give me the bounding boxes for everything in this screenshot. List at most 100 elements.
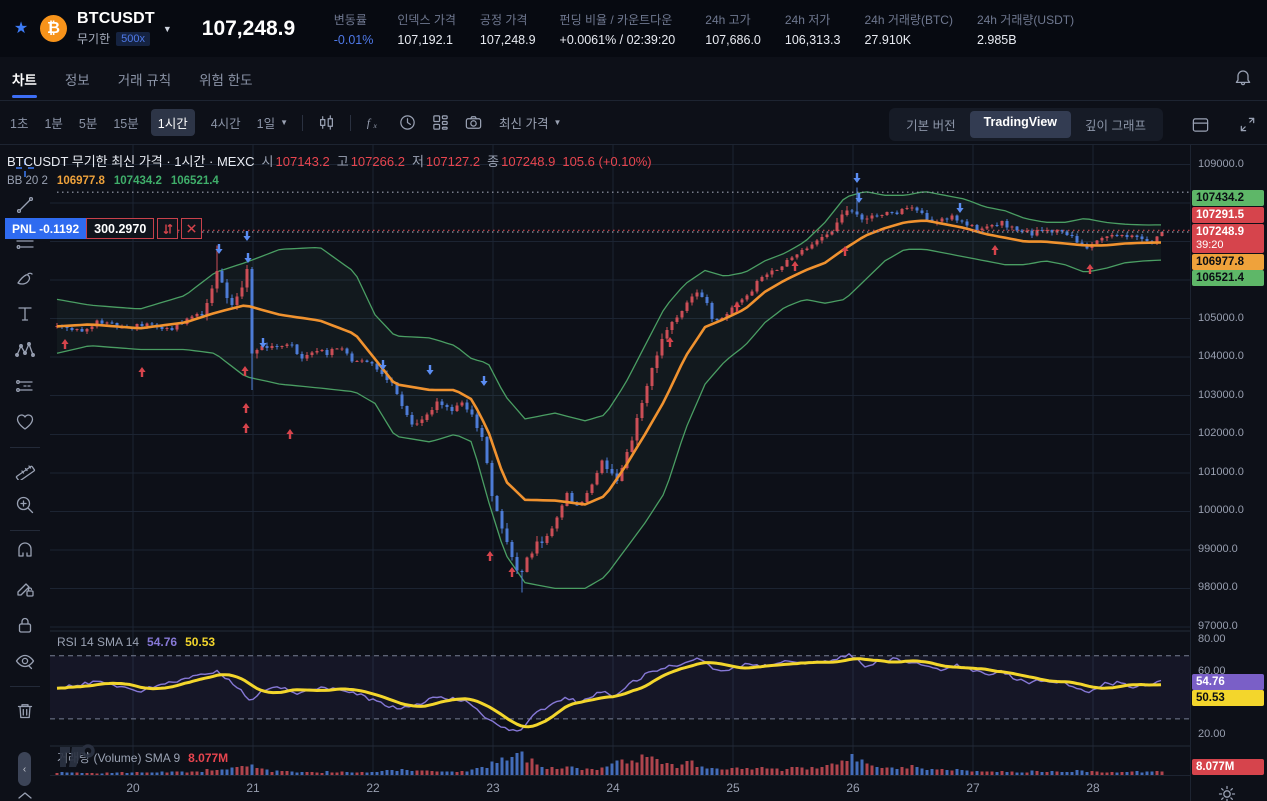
bb-basis-label: 106977.8 (1192, 254, 1264, 270)
toolbar-collapse-chevron-icon[interactable] (17, 787, 33, 799)
layout-grid-icon[interactable] (431, 113, 450, 132)
price-mode-select[interactable]: 최신 가격 (499, 113, 548, 132)
view-basic-version[interactable]: 기본 버전 (892, 111, 969, 138)
favorite-star-icon[interactable]: ★ (12, 20, 30, 38)
stat-24h-high: 24h 고가 107,686.0 (705, 11, 761, 47)
price-mode-caret-icon[interactable]: ▼ (554, 118, 562, 127)
stat-change: 변동률 -0.01% (334, 11, 374, 47)
bell-icon[interactable] (1233, 68, 1253, 88)
xabcd-pattern-tool-icon[interactable] (14, 339, 36, 361)
price-tick: 99000.0 (1198, 543, 1238, 555)
panel-layout-icon[interactable] (1191, 115, 1210, 134)
symbol-dropdown-caret-icon[interactable]: ▼ (163, 24, 172, 34)
price-tick: 105000.0 (1198, 312, 1244, 324)
zoom-in-tool-icon[interactable] (14, 494, 36, 516)
svg-text:f: f (367, 117, 372, 129)
time-tick: 28 (1086, 781, 1099, 795)
crosshair-tool-icon[interactable] (14, 157, 36, 179)
trading-terminal: ★ ₿ BTCUSDT 무기한 500x ▼ 107,248.9 변동률 -0.… (0, 0, 1267, 801)
interval-5m[interactable]: 5분 (79, 113, 97, 132)
time-tick: 22 (366, 781, 379, 795)
price-tick: 104000.0 (1198, 350, 1244, 362)
stat-fair-price: 공정 가격 107,248.9 (480, 11, 536, 47)
view-tradingview[interactable]: TradingView (970, 111, 1071, 138)
lock-all-icon[interactable] (14, 614, 36, 636)
price-tick: 102000.0 (1198, 427, 1244, 439)
fullscreen-icon[interactable] (1238, 115, 1257, 134)
price-tick: 98000.0 (1198, 581, 1238, 593)
close-position-icon[interactable] (181, 218, 202, 239)
stat-24h-vol-btc: 24h 거래량(BTC) 27.910K (864, 11, 952, 47)
ticker-header: ★ ₿ BTCUSDT 무기한 500x ▼ 107,248.9 변동률 -0.… (0, 0, 1267, 57)
rsi-tick: 80.00 (1198, 633, 1226, 645)
symbol-block[interactable]: BTCUSDT 무기한 500x (77, 10, 155, 47)
text-tool-icon[interactable] (14, 303, 36, 325)
last-price-label: 107248.939:20 (1192, 224, 1264, 253)
camera-snapshot-icon[interactable] (464, 113, 483, 132)
candle-style-icon[interactable] (317, 113, 336, 132)
stat-index-price: 인덱스 가격 107,192.1 (397, 11, 456, 47)
tab-info[interactable]: 정보 (65, 57, 90, 100)
toolbar-divider (302, 115, 303, 131)
brush-tool-icon[interactable] (14, 267, 36, 289)
time-tick: 20 (126, 781, 139, 795)
symbol-name: BTCUSDT (77, 10, 155, 28)
stat-label: 24h 저가 (785, 11, 841, 28)
hide-drawings-eye-icon[interactable] (14, 650, 36, 672)
stat-value: -0.01% (334, 33, 374, 47)
rsi-sma-label: 50.53 (1192, 690, 1264, 706)
interval-15m[interactable]: 15분 (113, 113, 138, 132)
drawing-lock-pencil-icon[interactable] (14, 578, 36, 600)
stat-label: 공정 가격 (480, 11, 536, 28)
candlestick-chart[interactable] (50, 145, 1190, 775)
chart-toolbar: 1초 1분 5분 15분 1시간 4시간 1일 ▼ fx 최신 가격 ▼ 기본 … (0, 100, 1267, 145)
remove-drawings-trash-icon[interactable] (14, 700, 36, 722)
stat-value: 107,686.0 (705, 33, 761, 47)
interval-1s[interactable]: 1초 (10, 113, 28, 132)
price-axis[interactable]: 109000.0105000.0104000.0103000.0102000.0… (1190, 145, 1267, 801)
timezone-clock-icon[interactable] (398, 113, 417, 132)
stat-value: +0.0061% / 02:39:20 (560, 33, 676, 47)
stat-label: 펀딩 비율 / 카운트다운 (560, 11, 676, 28)
collapse-left-panel-handle[interactable]: ‹ (18, 752, 31, 786)
bb-upper-label: 107434.2 (1192, 190, 1264, 206)
svg-text:x: x (373, 121, 378, 130)
price-tick: 101000.0 (1198, 466, 1244, 478)
indicators-fx-icon[interactable]: fx (365, 113, 384, 132)
theme-sun-icon[interactable] (1218, 785, 1236, 801)
time-tick: 24 (606, 781, 619, 795)
reverse-position-icon[interactable] (157, 218, 178, 239)
interval-dropdown-caret-icon[interactable]: ▼ (280, 118, 288, 127)
tab-chart[interactable]: 차트 (12, 57, 37, 100)
rsi-tick: 20.00 (1198, 728, 1226, 740)
measure-ruler-tool-icon[interactable] (14, 458, 36, 480)
magnet-mode-icon[interactable] (14, 541, 36, 563)
favorites-heart-icon[interactable] (14, 411, 36, 433)
leverage-badge[interactable]: 500x (116, 32, 150, 46)
time-tick: 21 (246, 781, 259, 795)
time-tick: 27 (966, 781, 979, 795)
time-tick: 23 (486, 781, 499, 795)
interval-4h[interactable]: 4시간 (211, 113, 241, 132)
toolbar-divider (10, 686, 40, 687)
stat-value: 27.910K (864, 33, 952, 47)
view-depth-graph[interactable]: 깊이 그래프 (1071, 111, 1160, 138)
time-axis[interactable]: 202122232425262728 (50, 775, 1190, 801)
page-tabs: 차트 정보 거래 규칙 위험 한도 (0, 57, 1267, 100)
stat-label: 변동률 (334, 11, 374, 28)
bb-lower-label: 106521.4 (1192, 270, 1264, 286)
long-short-position-tool-icon[interactable] (14, 375, 36, 397)
interval-1m[interactable]: 1분 (44, 113, 62, 132)
position-size-value: 300.2970 (86, 218, 154, 239)
stat-value: 2.985B (977, 33, 1074, 47)
price-tick: 97000.0 (1198, 620, 1238, 632)
stat-label: 인덱스 가격 (397, 11, 456, 28)
interval-1d[interactable]: 1일 (257, 113, 275, 132)
tab-trading-rules[interactable]: 거래 규칙 (118, 57, 171, 100)
tab-risk-limit[interactable]: 위험 한도 (199, 57, 252, 100)
interval-1h[interactable]: 1시간 (151, 109, 195, 136)
position-price-label: 107291.5 (1192, 207, 1264, 223)
time-tick: 26 (846, 781, 859, 795)
volume-value-label: 8.077M (1192, 759, 1264, 775)
trend-line-tool-icon[interactable] (14, 194, 36, 216)
